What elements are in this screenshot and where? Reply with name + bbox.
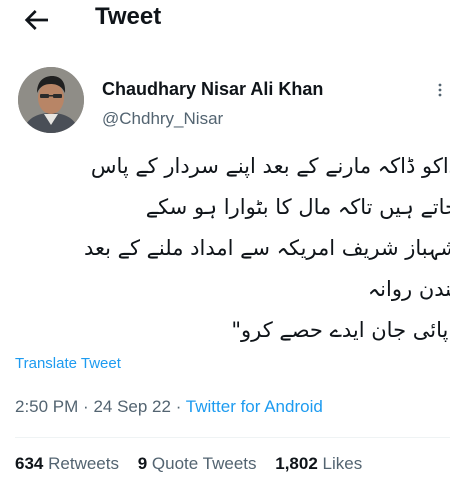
avatar[interactable] <box>18 67 84 133</box>
translate-tweet-link[interactable]: Translate Tweet <box>15 355 121 372</box>
likes-label: Likes <box>322 454 363 473</box>
page-title: Tweet <box>95 3 162 30</box>
author-name[interactable]: Chaudhary Nisar Ali Khan <box>102 79 323 100</box>
likes-count: 1,802 <box>275 454 318 473</box>
meta-separator: · <box>83 397 89 416</box>
tweet-source-link[interactable]: Twitter for Android <box>186 397 323 416</box>
back-arrow-icon[interactable] <box>20 4 52 36</box>
quote-tweets-count: 9 <box>137 454 148 473</box>
author-handle[interactable]: @Chdhry_Nisar <box>102 109 223 129</box>
tweet-line: "پائی جان ایدے حصے کرو" <box>231 318 450 342</box>
retweets-stat[interactable]: 634 Retweets <box>15 454 119 473</box>
likes-stat[interactable]: 1,802 Likes <box>275 454 362 473</box>
tweet-stats: 634 Retweets 9 Quote Tweets 1,802 Likes <box>15 454 376 474</box>
meta-separator: · <box>175 397 182 416</box>
retweets-label: Retweets <box>48 454 119 473</box>
tweet-time[interactable]: 2:50 PM <box>15 397 78 416</box>
tweet-meta: 2:50 PM · 24 Sep 22 · Twitter for Androi… <box>15 397 323 417</box>
quote-tweets-stat[interactable]: 9 Quote Tweets <box>138 454 257 473</box>
more-icon[interactable] <box>432 82 448 98</box>
top-bar: Tweet <box>0 0 450 40</box>
tweet-line: شہباز شریف امریکہ سے امداد ملنے کے بعد <box>83 236 450 260</box>
retweets-count: 634 <box>15 454 44 473</box>
quote-tweets-label: Quote Tweets <box>151 454 257 473</box>
tweet-text: ڈاکو ڈاکہ مارنے کے بعد اپنے سردار کے پاس… <box>6 146 450 351</box>
divider <box>15 437 450 438</box>
avatar-photo <box>18 67 84 133</box>
tweet-line: ڈاکو ڈاکہ مارنے کے بعد اپنے سردار کے پاس <box>90 154 450 178</box>
tweet-date[interactable]: 24 Sep 22 <box>93 397 171 416</box>
tweet-line: لندن روانہ <box>367 277 450 301</box>
tweet-line: جاتے ہیں تاکہ مال کا بٹوارا ہو سکے <box>145 195 450 219</box>
